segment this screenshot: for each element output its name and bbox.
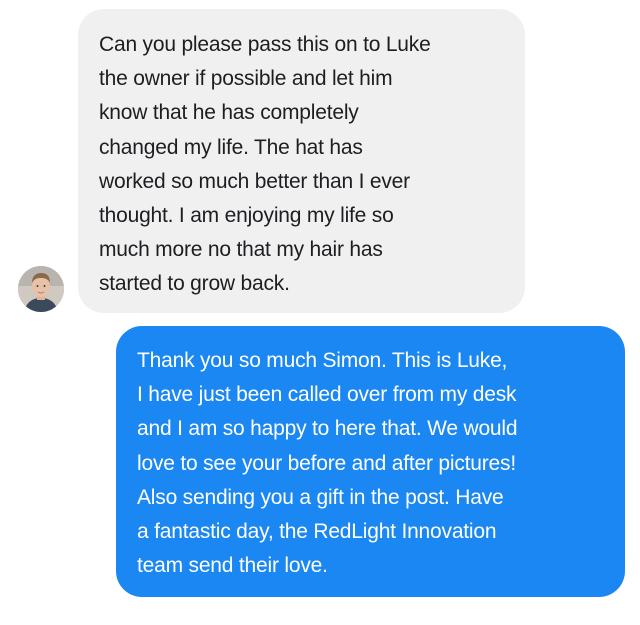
avatar-photo-icon [18, 266, 64, 312]
incoming-message-text: Can you please pass this on to Luke the … [99, 33, 431, 296]
outgoing-message-bubble[interactable]: Thank you so much Simon. This is Luke, I… [116, 326, 625, 597]
incoming-message-bubble[interactable]: Can you please pass this on to Luke the … [78, 9, 525, 313]
contact-avatar[interactable] [18, 266, 64, 312]
outgoing-message-text: Thank you so much Simon. This is Luke, I… [137, 349, 518, 578]
